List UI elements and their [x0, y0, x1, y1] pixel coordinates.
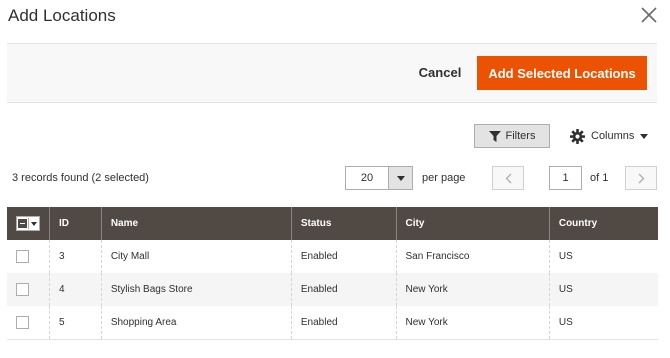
filter-icon [488, 130, 501, 142]
grid-header-row: ID Name Status City Country [7, 207, 658, 240]
page-total-label: of 1 [590, 172, 609, 184]
cancel-button[interactable]: Cancel [402, 56, 478, 89]
gear-icon [570, 128, 585, 144]
table-row[interactable]: 5 Shopping Area Enabled New York US [7, 306, 658, 340]
column-header-country[interactable]: Country [548, 207, 658, 240]
modal-title: Add Locations [8, 6, 116, 25]
row-checkbox[interactable] [16, 283, 29, 296]
columns-dropdown[interactable]: Columns [570, 126, 649, 146]
per-page-value[interactable]: 20 [345, 166, 388, 190]
columns-label: Columns [591, 130, 635, 142]
per-page-dropdown-button[interactable] [388, 166, 413, 190]
records-found-text: 3 records found (2 selected) [12, 172, 149, 184]
cell-id: 5 [49, 306, 102, 340]
mass-select-checkbox[interactable] [18, 219, 27, 228]
row-checkbox[interactable] [16, 250, 29, 263]
filters-button[interactable]: Filters [474, 124, 550, 148]
chevron-left-icon [505, 173, 511, 183]
cell-country: US [548, 273, 658, 306]
table-row[interactable]: 3 City Mall Enabled San Francisco US [7, 240, 658, 273]
caret-down-icon [28, 218, 39, 229]
chevron-right-icon [638, 173, 644, 183]
previous-page-button[interactable] [492, 166, 524, 190]
cell-name: Shopping Area [100, 306, 292, 340]
modal-action-bar: Cancel Add Selected Locations [7, 43, 657, 103]
row-select-cell[interactable] [7, 306, 50, 340]
column-header-city[interactable]: City [395, 207, 550, 240]
next-page-button[interactable] [625, 166, 657, 190]
cell-name: Stylish Bags Store [100, 273, 292, 306]
cell-status: Enabled [290, 240, 397, 273]
cell-city: New York [395, 273, 550, 306]
cell-status: Enabled [290, 306, 397, 340]
cell-name: City Mall [100, 240, 292, 273]
row-select-cell[interactable] [7, 273, 50, 306]
add-selected-locations-button[interactable]: Add Selected Locations [477, 56, 647, 90]
caret-down-icon [396, 175, 405, 181]
table-row[interactable]: 4 Stylish Bags Store Enabled New York US [7, 273, 658, 306]
cell-country: US [548, 306, 658, 340]
mass-select-dropdown[interactable] [16, 216, 40, 231]
cell-status: Enabled [290, 273, 397, 306]
per-page-label: per page [422, 172, 466, 184]
caret-down-icon [640, 133, 649, 139]
column-header-status[interactable]: Status [290, 207, 397, 240]
cell-city: San Francisco [395, 240, 550, 273]
filters-label: Filters [505, 130, 536, 142]
close-icon[interactable] [640, 6, 658, 24]
locations-grid: ID Name Status City Country 3 City Mall … [7, 207, 658, 340]
column-header-id[interactable]: ID [49, 207, 102, 240]
row-select-cell[interactable] [7, 240, 50, 273]
cell-id: 3 [49, 240, 102, 273]
mass-select-header[interactable] [7, 207, 50, 240]
cell-id: 4 [49, 273, 102, 306]
row-checkbox[interactable] [16, 315, 29, 329]
cell-country: US [548, 240, 658, 273]
page-number-input[interactable]: 1 [549, 166, 582, 190]
column-header-name[interactable]: Name [100, 207, 292, 240]
cell-city: New York [395, 306, 550, 340]
